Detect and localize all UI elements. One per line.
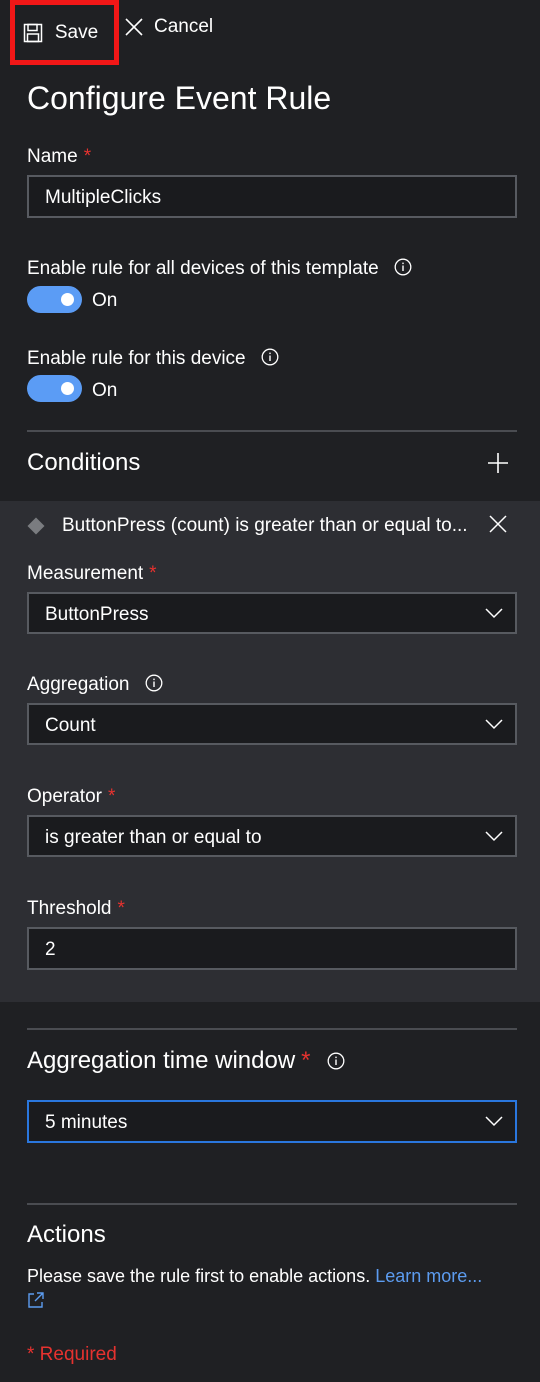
required-mark: * [149,563,157,584]
add-condition-icon[interactable] [487,452,509,474]
learn-more-link[interactable]: Learn more... [375,1266,482,1286]
cancel-button[interactable]: Cancel [124,16,213,38]
required-mark: * [83,146,92,167]
operator-label: Operator * [27,786,115,808]
operator-value: is greater than or equal to [45,827,262,848]
actions-help-text: Please save the rule first to enable act… [27,1266,371,1286]
toggle-knob [61,293,74,306]
aggregation-dropdown[interactable]: Count [27,703,517,745]
divider [27,430,517,432]
toggle-this-device-label: Enable rule for this device [27,348,279,370]
name-label-text: Name [27,146,78,167]
toggle-this-device-label-text: Enable rule for this device [27,348,246,369]
aggregation-label-text: Aggregation [27,674,130,695]
required-mark: * [301,1047,311,1074]
divider [27,1203,517,1205]
toggle-knob [61,382,74,395]
time-window-label: Aggregation time window * [27,1047,345,1075]
chevron-down-icon [485,831,503,842]
aggregation-value: Count [45,715,96,736]
page-title: Configure Event Rule [27,80,332,116]
conditions-title: Conditions [27,449,141,476]
measurement-label-text: Measurement [27,563,144,584]
toggle-all-devices[interactable] [27,286,82,313]
required-mark: * [117,898,125,919]
toggle-this-device-state: On [92,380,118,401]
name-input[interactable]: MultipleClicks [27,175,517,218]
cancel-label: Cancel [154,16,214,37]
name-label: Name * [27,146,91,168]
info-icon[interactable] [394,258,412,276]
toggle-all-devices-label: Enable rule for all devices of this temp… [27,258,412,280]
measurement-label: Measurement * [27,563,157,585]
measurement-dropdown[interactable]: ButtonPress [27,592,517,634]
actions-help: Please save the rule first to enable act… [27,1265,517,1287]
chevron-down-icon [485,1116,503,1127]
info-icon[interactable] [327,1052,345,1070]
actions-title: Actions [27,1221,106,1248]
aggregation-label: Aggregation [27,674,163,696]
divider [27,1028,517,1030]
time-window-value: 5 minutes [45,1112,128,1133]
measurement-value: ButtonPress [45,604,149,625]
toggle-this-device[interactable] [27,375,82,402]
external-link-icon[interactable] [27,1291,45,1309]
info-icon[interactable] [261,348,279,366]
info-icon[interactable] [145,674,163,692]
time-window-label-text: Aggregation time window [27,1047,296,1074]
toggle-all-devices-label-text: Enable rule for all devices of this temp… [27,258,379,279]
threshold-label-text: Threshold [27,898,112,919]
time-window-dropdown[interactable]: 5 minutes [27,1100,517,1143]
remove-condition-icon[interactable] [489,515,507,533]
threshold-label: Threshold * [27,898,125,920]
chevron-down-icon [485,608,503,619]
toggle-all-devices-state: On [92,290,118,311]
save-button[interactable]: Save [10,0,119,65]
required-mark: * [107,786,116,807]
required-note: * Required [27,1344,117,1365]
condition-summary[interactable]: ButtonPress (count) is greater than or e… [27,515,468,537]
save-icon [23,23,43,42]
chevron-down-icon [485,719,503,730]
threshold-input[interactable]: 2 [27,927,517,970]
diamond-icon [27,517,45,535]
operator-dropdown[interactable]: is greater than or equal to [27,815,517,857]
toolbar: Save Cancel [0,0,540,68]
save-label: Save [54,21,99,43]
operator-label-text: Operator [27,786,102,807]
close-icon [125,18,143,36]
condition-summary-text: ButtonPress (count) is greater than or e… [62,515,468,536]
